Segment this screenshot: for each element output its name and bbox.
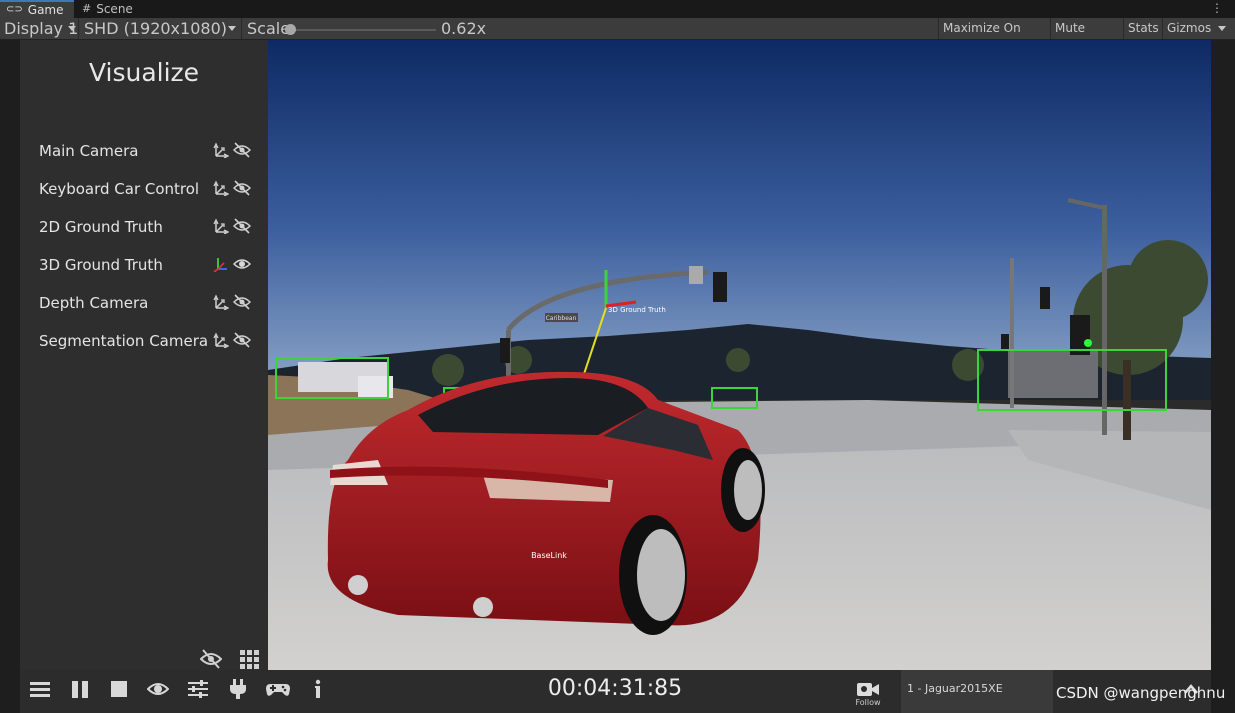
axis-gizmo-icon[interactable] xyxy=(213,294,229,310)
menu-icon[interactable] xyxy=(29,678,51,700)
gamepad-tab-icon: ⊂⊃ xyxy=(6,4,23,15)
frame-right xyxy=(1211,40,1235,713)
visualize-item-label: Segmentation Camera xyxy=(39,332,209,350)
mute-audio-button[interactable]: Mute Audio xyxy=(1050,18,1123,56)
visualize-item-label: Main Camera xyxy=(39,142,139,160)
simulation-timer: 00:04:31:85 xyxy=(547,676,683,701)
frame-left xyxy=(0,40,20,713)
tab-game[interactable]: ⊂⊃ Game xyxy=(0,0,74,18)
pause-icon[interactable] xyxy=(69,678,91,700)
follow-label[interactable]: Follow xyxy=(846,698,890,707)
scale-slider-handle[interactable] xyxy=(285,24,296,35)
divider xyxy=(241,18,242,39)
hide-all-icon[interactable] xyxy=(200,649,222,669)
resolution-dropdown[interactable]: SHD (1920x1080) xyxy=(84,18,227,39)
axis-gizmo-color-icon[interactable] xyxy=(213,256,229,272)
gamepad-icon[interactable] xyxy=(265,678,291,700)
grid-tab-icon: # xyxy=(82,2,92,15)
eye-hidden-icon[interactable] xyxy=(233,180,251,196)
visualize-item-label: Depth Camera xyxy=(39,294,149,312)
gizmos-chevron-down-icon[interactable] xyxy=(1218,26,1226,31)
visualize-item-label: 2D Ground Truth xyxy=(39,218,163,236)
axis-gizmo-icon[interactable] xyxy=(213,218,229,234)
grid-view-icon[interactable] xyxy=(239,649,261,669)
visualize-item-label: 3D Ground Truth xyxy=(39,256,163,274)
visualize-item-segmentation-camera[interactable]: Segmentation Camera xyxy=(20,328,268,358)
gizmos-button[interactable]: Gizmos xyxy=(1162,18,1214,39)
eye-hidden-icon[interactable] xyxy=(233,332,251,348)
resolution-chevron-down-icon xyxy=(228,26,236,31)
axis-gizmo-icon[interactable] xyxy=(213,142,229,158)
visualize-item-keyboard-car-control[interactable]: Keyboard Car Control xyxy=(20,176,268,206)
stats-button[interactable]: Stats xyxy=(1123,18,1162,39)
kebab-menu-icon[interactable]: ⋮ xyxy=(1211,1,1223,15)
plug-icon[interactable] xyxy=(227,678,249,700)
tab-scene[interactable]: # Scene xyxy=(82,0,133,18)
eye-hidden-icon[interactable] xyxy=(233,294,251,310)
eye-visible-icon[interactable] xyxy=(233,256,251,272)
tab-game-label: Game xyxy=(27,3,64,17)
eye-hidden-icon[interactable] xyxy=(233,218,251,234)
scale-label: Scale xyxy=(247,19,291,38)
info-icon[interactable] xyxy=(307,678,329,700)
sliders-icon[interactable] xyxy=(187,678,209,700)
display-chevron-down-icon xyxy=(68,26,76,31)
scale-slider-track[interactable] xyxy=(290,29,436,31)
follow-camera-icon[interactable] xyxy=(856,680,880,698)
vehicle-selector-label: 1 - Jaguar2015XE xyxy=(907,682,1003,695)
divider xyxy=(78,18,79,39)
axis-gizmo-icon[interactable] xyxy=(213,180,229,196)
tab-scene-label: Scene xyxy=(96,2,133,16)
street-sign-label: Caribbean xyxy=(546,315,577,322)
visualize-item-3d-ground-truth[interactable]: 3D Ground Truth xyxy=(20,252,268,282)
scene-render: Caribbean 3D Ground Truth BaseLink xyxy=(268,40,1211,670)
maximize-on-play-button[interactable]: Maximize On Play xyxy=(938,18,1047,56)
visualize-title: Visualize xyxy=(88,58,200,87)
stop-icon[interactable] xyxy=(108,678,130,700)
scale-value: 0.62x xyxy=(441,19,487,38)
resolution-dropdown-label: SHD (1920x1080) xyxy=(84,19,227,38)
eye-icon[interactable] xyxy=(147,678,169,700)
baselink-label: BaseLink xyxy=(531,551,567,560)
simulation-viewport[interactable]: Caribbean 3D Ground Truth BaseLink xyxy=(268,40,1211,670)
visualize-item-main-camera[interactable]: Main Camera xyxy=(20,138,268,168)
visualize-item-label: Keyboard Car Control xyxy=(39,180,200,198)
visualize-item-2d-ground-truth[interactable]: 2D Ground Truth xyxy=(20,214,268,244)
axis-gizmo-icon[interactable] xyxy=(213,332,229,348)
ground-truth-label: 3D Ground Truth xyxy=(608,306,666,314)
editor-tab-bar: ⊂⊃ Game # Scene ⋮ xyxy=(0,0,1235,18)
watermark: CSDN @wangpenghnu xyxy=(1056,684,1226,702)
visualize-item-depth-camera[interactable]: Depth Camera xyxy=(20,290,268,320)
eye-hidden-icon[interactable] xyxy=(233,142,251,158)
